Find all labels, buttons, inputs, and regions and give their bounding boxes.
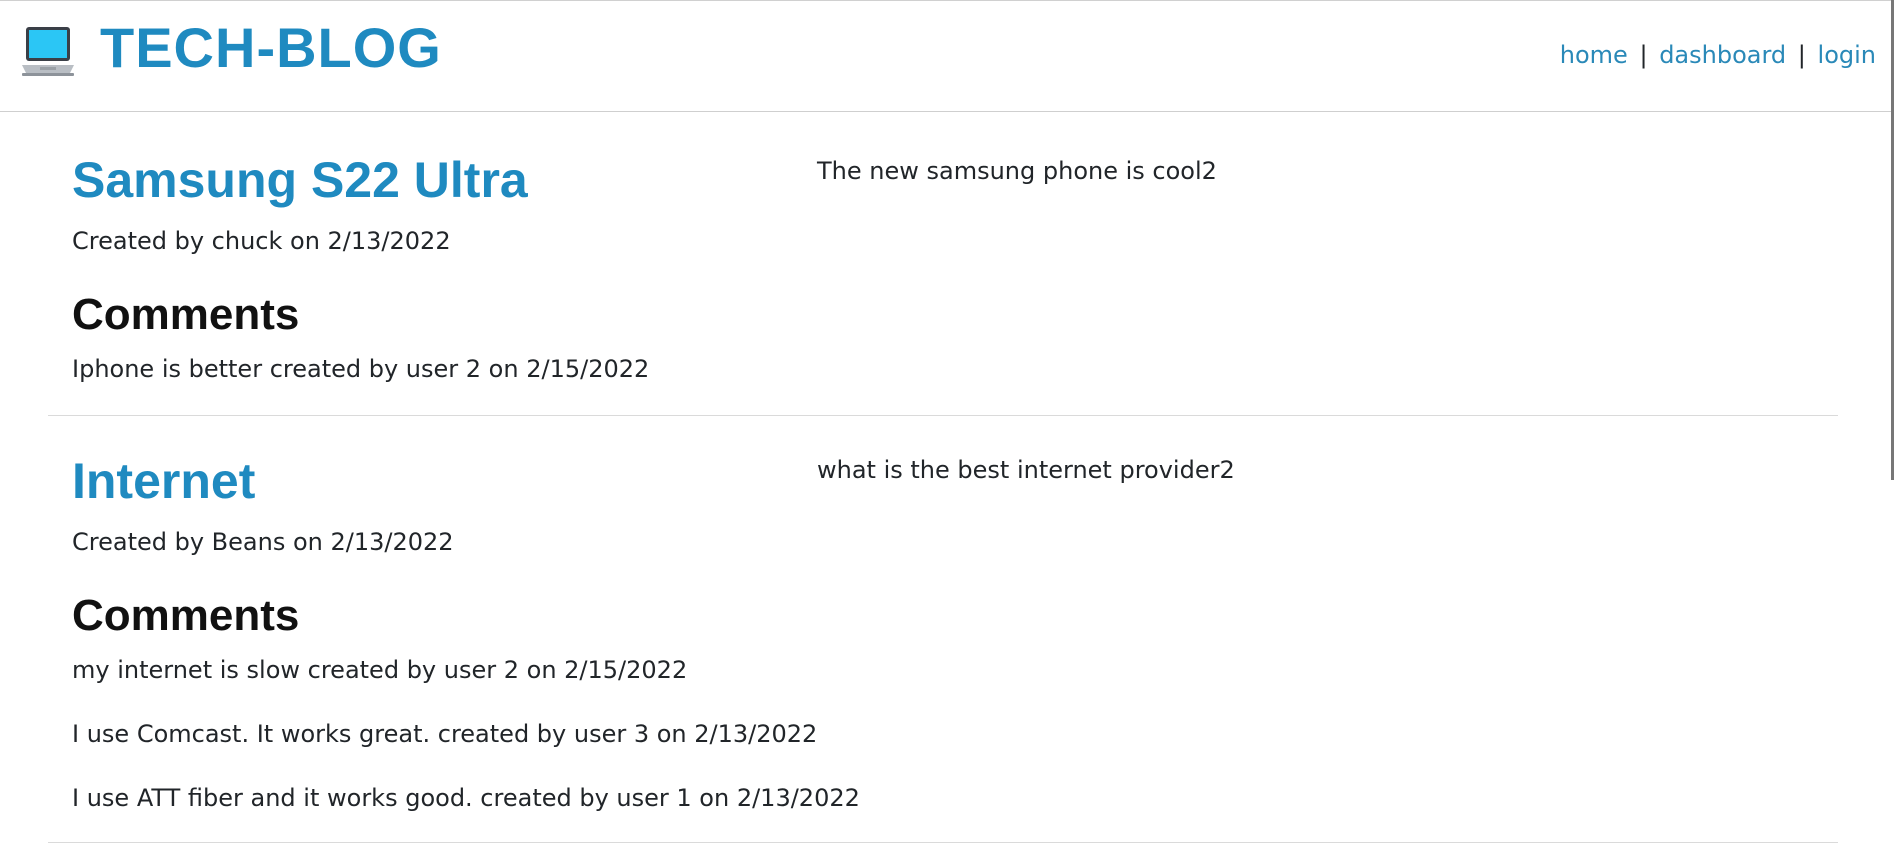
comment-item: I use ATT fiber and it works good. creat… bbox=[72, 784, 860, 812]
post-body: The new samsung phone is cool2 bbox=[817, 157, 1217, 185]
comments-heading: Comments bbox=[72, 290, 300, 339]
comments-heading: Comments bbox=[72, 591, 300, 640]
site-brand[interactable]: TECH-BLOG bbox=[100, 15, 442, 80]
comment-item: I use Comcast. It works great. created b… bbox=[72, 720, 818, 748]
post-meta: Created by chuck on 2/13/2022 bbox=[72, 227, 451, 255]
nav-dashboard-link[interactable]: dashboard bbox=[1659, 41, 1786, 69]
post-list: Samsung S22 Ultra Created by chuck on 2/… bbox=[48, 113, 1838, 843]
post-body: what is the best internet provider2 bbox=[817, 456, 1235, 484]
post-title-link[interactable]: Internet bbox=[72, 452, 255, 510]
nav-separator: | bbox=[1639, 41, 1648, 69]
nav-login-link[interactable]: login bbox=[1818, 41, 1876, 69]
nav-separator: | bbox=[1797, 41, 1806, 69]
laptop-icon bbox=[20, 25, 76, 77]
main-nav: home | dashboard | login bbox=[1560, 41, 1876, 69]
comment-item: my internet is slow created by user 2 on… bbox=[72, 656, 688, 684]
comment-item: Iphone is better created by user 2 on 2/… bbox=[72, 355, 650, 383]
post-card: Internet Created by Beans on 2/13/2022 w… bbox=[48, 416, 1838, 843]
nav-home-link[interactable]: home bbox=[1560, 41, 1628, 69]
post-card: Samsung S22 Ultra Created by chuck on 2/… bbox=[48, 113, 1838, 416]
post-meta: Created by Beans on 2/13/2022 bbox=[72, 528, 454, 556]
post-title-link[interactable]: Samsung S22 Ultra bbox=[72, 151, 528, 209]
site-header: TECH-BLOG home | dashboard | login bbox=[0, 1, 1894, 112]
